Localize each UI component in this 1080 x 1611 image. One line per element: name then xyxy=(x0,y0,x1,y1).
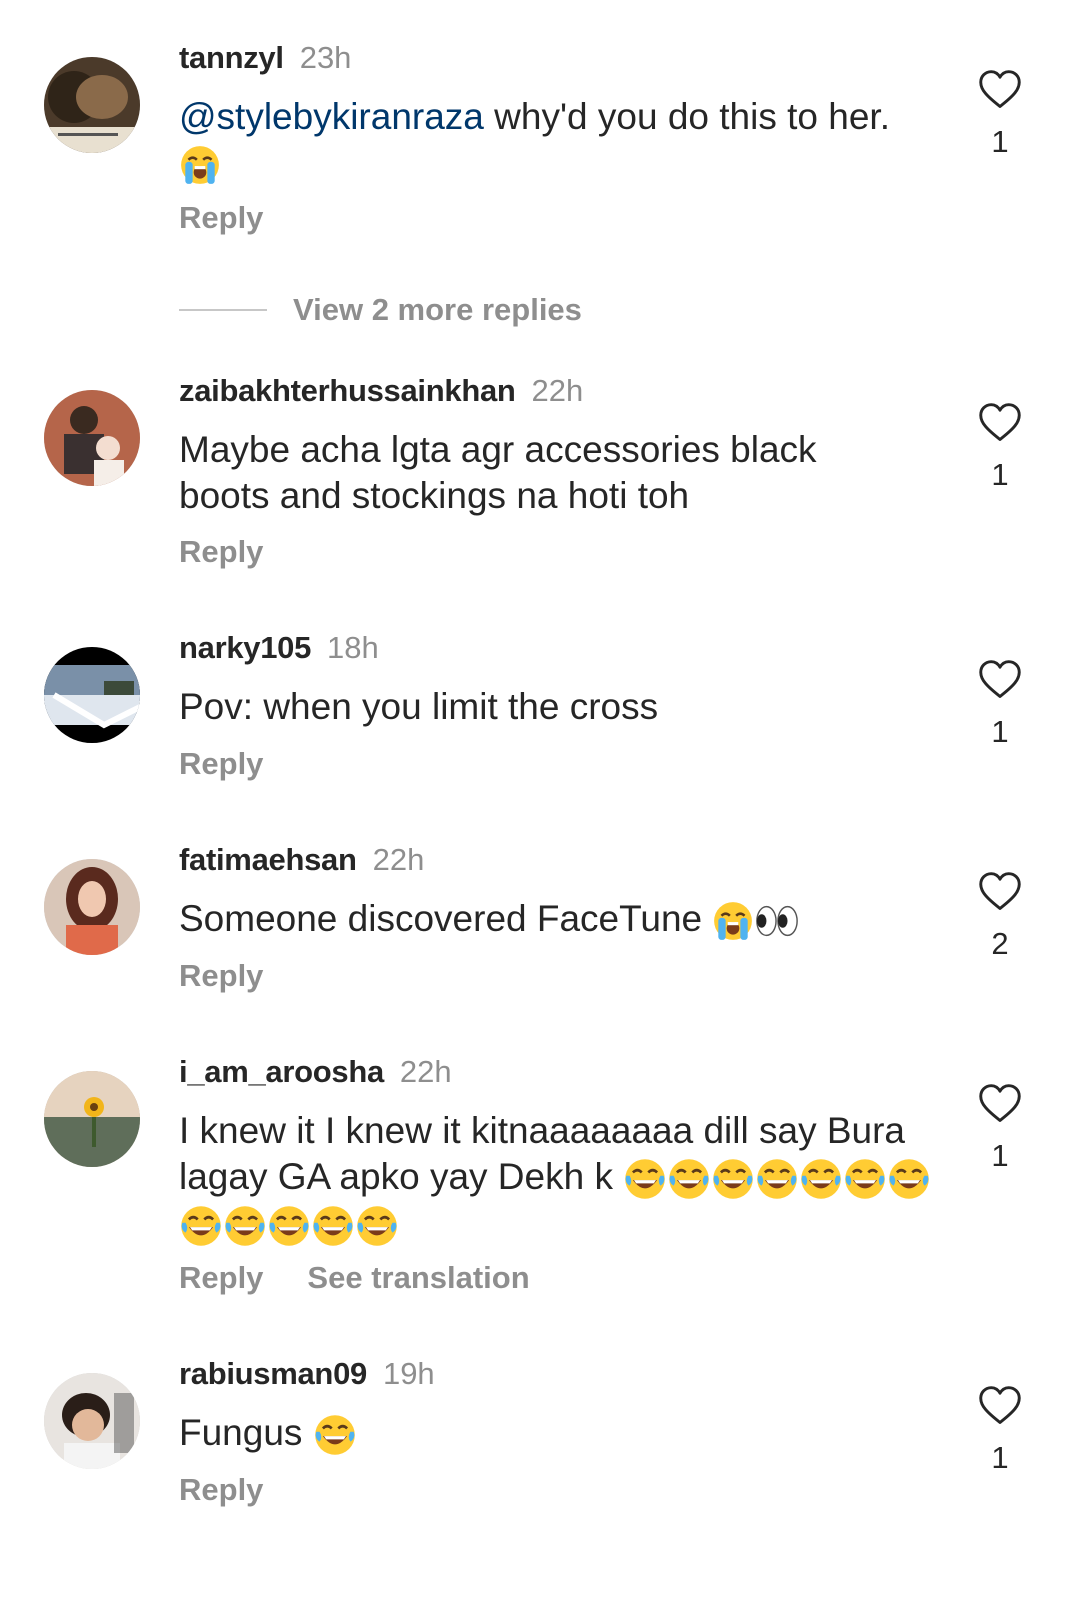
reply-button[interactable]: Reply xyxy=(179,1472,263,1507)
like-group: 1 xyxy=(975,658,1025,752)
reply-button[interactable]: Reply xyxy=(179,746,263,781)
comment-actions: Reply xyxy=(179,1470,263,1510)
comment-actions: Reply xyxy=(179,744,263,784)
tears-of-joy-emoji-icon xyxy=(313,1413,357,1457)
comment-text: Maybe acha lgta agr accessories black bo… xyxy=(179,429,817,516)
view-more-replies[interactable]: View 2 more replies xyxy=(179,290,582,330)
timestamp: 22h xyxy=(399,1054,452,1089)
view-more-replies-label[interactable]: View 2 more replies xyxy=(293,292,582,328)
comment-body: why'd you do this to her. xyxy=(483,96,890,137)
comment-text: I knew it I knew it kitnaaaaaaaa dill sa… xyxy=(179,1108,939,1248)
tears-of-joy-emoji-icon xyxy=(179,1204,223,1248)
comment-text: Someone discovered FaceTune xyxy=(179,896,919,942)
avatar[interactable] xyxy=(44,1373,140,1469)
heart-icon[interactable] xyxy=(978,658,1022,702)
timestamp: 18h xyxy=(327,630,379,665)
tears-of-joy-emoji-icon xyxy=(623,1157,667,1201)
tears-of-joy-emoji-icon xyxy=(711,1157,755,1201)
timestamp: 23h xyxy=(299,40,352,75)
avatar[interactable] xyxy=(44,1071,140,1167)
tears-of-joy-emoji-icon xyxy=(887,1157,931,1201)
heart-icon[interactable] xyxy=(978,870,1022,914)
comment-actions: Reply xyxy=(179,956,263,996)
tears-of-joy-emoji-icon xyxy=(223,1204,267,1248)
like-count: 2 xyxy=(991,926,1009,961)
see-translation-button[interactable]: See translation xyxy=(307,1260,529,1295)
comment-actions: Reply See translation xyxy=(179,1258,530,1298)
timestamp: 22h xyxy=(372,842,425,877)
comment-body: Fungus xyxy=(179,1412,303,1453)
reply-button[interactable]: Reply xyxy=(179,1260,263,1295)
like-count: 1 xyxy=(991,1138,1009,1173)
like-group: 1 xyxy=(975,401,1025,495)
loudly-crying-emoji-icon xyxy=(712,900,754,942)
comment-actions: Reply xyxy=(179,198,263,238)
reply-button[interactable]: Reply xyxy=(179,200,263,235)
like-group: 1 xyxy=(975,68,1025,162)
username[interactable]: fatimaehsan xyxy=(179,842,357,877)
username[interactable]: tannzyl xyxy=(179,40,284,75)
like-group: 2 xyxy=(975,870,1025,964)
like-count: 1 xyxy=(991,457,1009,492)
mention-link[interactable]: @stylebykiranraza xyxy=(179,96,484,137)
reply-button[interactable]: Reply xyxy=(179,958,263,993)
avatar[interactable] xyxy=(44,859,140,955)
tears-of-joy-emoji-icon xyxy=(843,1157,887,1201)
username[interactable]: zaibakhterhussainkhan xyxy=(179,373,516,408)
heart-icon[interactable] xyxy=(978,68,1022,112)
comment-body: Someone discovered FaceTune xyxy=(179,898,703,939)
timestamp: 19h xyxy=(382,1356,435,1391)
username[interactable]: i_am_aroosha xyxy=(179,1054,384,1089)
avatar[interactable] xyxy=(44,647,140,743)
like-count: 1 xyxy=(991,714,1009,749)
tears-of-joy-emoji-icon xyxy=(755,1157,799,1201)
tears-of-joy-emoji-icon xyxy=(355,1204,399,1248)
comment-text: Fungus xyxy=(179,1410,919,1457)
username[interactable]: rabiusman09 xyxy=(179,1356,367,1391)
heart-icon[interactable] xyxy=(978,1384,1022,1428)
divider-line xyxy=(179,309,267,311)
comment-text: @stylebykiranraza why'd you do this to h… xyxy=(179,94,919,186)
username[interactable]: narky105 xyxy=(179,630,311,665)
avatar[interactable] xyxy=(44,390,140,486)
avatar[interactable] xyxy=(44,57,140,153)
comment-actions: Reply xyxy=(179,532,263,572)
timestamp: 22h xyxy=(531,373,584,408)
tears-of-joy-emoji-icon xyxy=(667,1157,711,1201)
like-group: 1 xyxy=(975,1384,1025,1478)
tears-of-joy-emoji-icon xyxy=(267,1204,311,1248)
heart-icon[interactable] xyxy=(978,1082,1022,1126)
eyes-emoji-icon xyxy=(754,901,800,941)
like-count: 1 xyxy=(991,1440,1009,1475)
tears-of-joy-emoji-icon xyxy=(799,1157,843,1201)
like-group: 1 xyxy=(975,1082,1025,1176)
loudly-crying-emoji-icon xyxy=(179,144,221,186)
tears-of-joy-emoji-icon xyxy=(311,1204,355,1248)
like-count: 1 xyxy=(991,124,1009,159)
reply-button[interactable]: Reply xyxy=(179,534,263,569)
comment-text: Pov: when you limit the cross xyxy=(179,686,659,727)
heart-icon[interactable] xyxy=(978,401,1022,445)
